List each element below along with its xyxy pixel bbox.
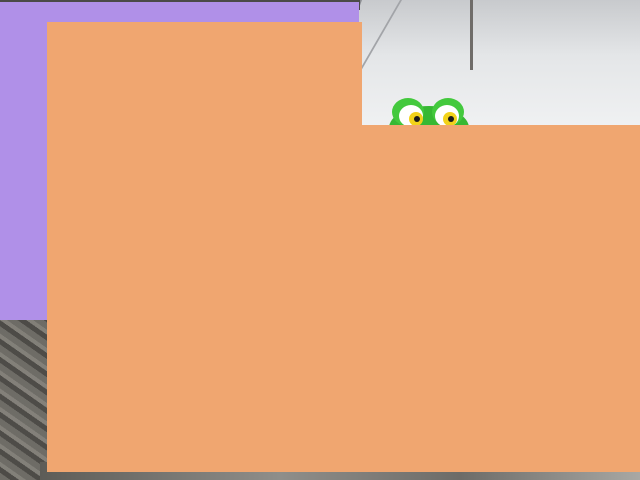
orange-overlay-block-top	[47, 22, 362, 126]
background-pole	[470, 0, 473, 70]
orange-overlay-block-main	[47, 125, 640, 472]
background-sky	[330, 0, 640, 140]
photo-scene	[0, 0, 640, 480]
